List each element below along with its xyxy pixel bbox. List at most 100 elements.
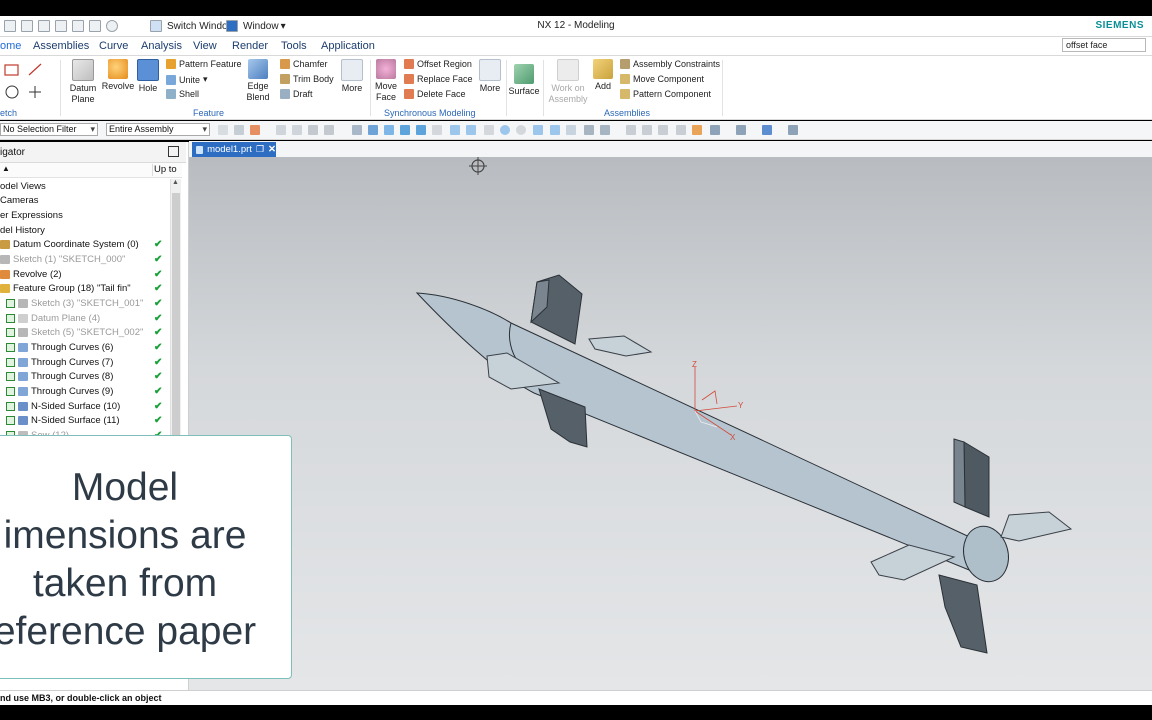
navigator-row[interactable]: Sketch (3) "SKETCH_001" ✔ [0,296,176,311]
tab-model1-prt[interactable]: model1.prt ❐ ✕ [192,142,276,157]
quadrant-icon[interactable] [484,125,494,135]
orient-view-icon[interactable] [692,125,702,135]
midpoint-icon[interactable] [416,125,426,135]
delete-face-button[interactable]: Delete Face [404,89,466,99]
checkbox-icon[interactable] [6,372,15,382]
selection-filter-dropdown[interactable]: No Selection Filter [0,123,98,136]
more-sync-button[interactable]: More [476,59,504,94]
snap-point-icon[interactable] [384,125,394,135]
pin-icon[interactable]: ❐ [256,144,264,155]
replace-face-button[interactable]: Replace Face [404,74,473,84]
navigator-row[interactable]: Cameras [0,194,170,209]
hole-button[interactable]: Hole [136,59,160,94]
navigator-row[interactable]: Sketch (5) "SKETCH_002" ✔ [0,326,176,341]
scroll-up-icon[interactable]: ▲ [172,179,179,186]
deselect-icon[interactable] [276,125,286,135]
rectangle-select-icon[interactable] [324,125,334,135]
sketch-tools-icon[interactable] [2,60,50,102]
tab-render[interactable]: Render [232,40,268,52]
column-up-to[interactable]: Up to [154,164,177,175]
navigator-row[interactable]: N-Sided Surface (10) ✔ [0,399,176,414]
navigator-row[interactable]: Revolve (2) ✔ [0,267,170,282]
tab-home[interactable]: ome [0,40,21,52]
pattern-component-button[interactable]: Pattern Component [620,89,711,99]
existing-point-icon[interactable] [533,125,543,135]
draft-button[interactable]: Draft [280,89,313,99]
tab-analysis[interactable]: Analysis [141,40,182,52]
navigator-row[interactable]: Through Curves (7) ✔ [0,355,176,370]
navigator-row[interactable]: N-Sided Surface (11) ✔ [0,413,176,428]
shell-button[interactable]: Shell [166,89,199,99]
checkbox-icon[interactable] [6,342,15,352]
zoom-icon[interactable] [642,125,652,135]
display-mode-icon[interactable] [710,125,720,135]
move-face-button[interactable]: Move Face [372,59,400,103]
checkbox-icon[interactable] [6,386,15,396]
sort-up-icon[interactable]: ▲ [2,164,10,173]
center-point-icon[interactable] [500,125,510,135]
tab-curve[interactable]: Curve [99,40,128,52]
edit-section-icon[interactable] [762,125,772,135]
checkbox-icon[interactable] [6,313,15,323]
checkbox-icon[interactable] [6,416,15,426]
navigator-row[interactable]: del History [0,223,170,238]
endpoint-icon[interactable] [400,125,410,135]
select-all-icon[interactable] [292,125,302,135]
unite-button[interactable]: Unite ▾ [166,74,208,85]
assembly-constraints-button[interactable]: Assembly Constraints [620,59,720,69]
trim-body-button[interactable]: Trim Body [280,74,334,84]
lasso-icon[interactable] [308,125,318,135]
rocket-model[interactable]: Z Y X [189,157,1152,690]
more-feature-button[interactable]: More [338,59,366,94]
graphics-window[interactable]: Z Y X [189,157,1152,690]
tangent-icon[interactable] [466,125,476,135]
navigator-row[interactable]: Feature Group (18) "Tail fin" ✔ [0,282,170,297]
select-icon[interactable] [250,125,260,135]
fit-view-icon[interactable] [626,125,636,135]
checkbox-icon[interactable] [6,298,15,308]
background-icon[interactable] [736,125,746,135]
close-icon[interactable]: ✕ [268,144,276,155]
rotate-icon[interactable] [658,125,668,135]
datum-plane-button[interactable]: Datum Plane [66,59,100,105]
checkbox-icon[interactable] [6,401,15,411]
bounded-grid-icon[interactable] [584,125,594,135]
revolve-button[interactable]: Revolve [101,59,135,92]
add-component-button[interactable]: Add [592,59,614,92]
work-on-assembly-button[interactable]: Work on Assembly [548,59,588,105]
edge-blend-button[interactable]: Edge Blend [242,59,274,103]
surface-button[interactable]: Surface [508,64,540,97]
navigator-row[interactable]: Datum Coordinate System (0) ✔ [0,238,170,253]
navigator-row[interactable]: odel Views [0,179,170,194]
shaded-view-icon[interactable] [352,125,362,135]
view-cube-icon[interactable] [368,125,378,135]
tab-tools[interactable]: Tools [281,40,307,52]
selection-scope-dropdown[interactable]: Entire Assembly [106,123,210,136]
intersection-icon[interactable] [450,125,460,135]
layer-icon[interactable] [788,125,798,135]
tab-application[interactable]: Application [321,40,375,52]
checkbox-icon[interactable] [6,328,15,338]
curve-icon[interactable] [432,125,442,135]
tab-assemblies[interactable]: Assemblies [33,40,89,52]
point-on-face-icon[interactable] [566,125,576,135]
navigator-row[interactable]: Datum Plane (4) ✔ [0,311,176,326]
checkbox-icon[interactable] [6,357,15,367]
arc-center-icon[interactable] [516,125,526,135]
navigator-row[interactable]: Sketch (1) "SKETCH_000" ✔ [0,252,170,267]
filter-icon[interactable] [218,125,228,135]
maximize-icon[interactable] [168,146,179,157]
navigator-row[interactable]: Through Curves (8) ✔ [0,369,176,384]
offset-region-button[interactable]: Offset Region [404,59,472,69]
chamfer-button[interactable]: Chamfer [280,59,328,69]
navigator-row[interactable]: Through Curves (9) ✔ [0,384,176,399]
pattern-feature-button[interactable]: Pattern Feature [166,59,242,69]
pan-icon[interactable] [676,125,686,135]
command-search-input[interactable] [1062,38,1146,52]
navigator-row[interactable]: er Expressions [0,208,170,223]
point-on-curve-icon[interactable] [550,125,560,135]
snap-icon[interactable] [234,125,244,135]
move-component-button[interactable]: Move Component [620,74,704,84]
navigator-row[interactable]: Through Curves (6) ✔ [0,340,176,355]
sketch-snap-icon[interactable] [600,125,610,135]
